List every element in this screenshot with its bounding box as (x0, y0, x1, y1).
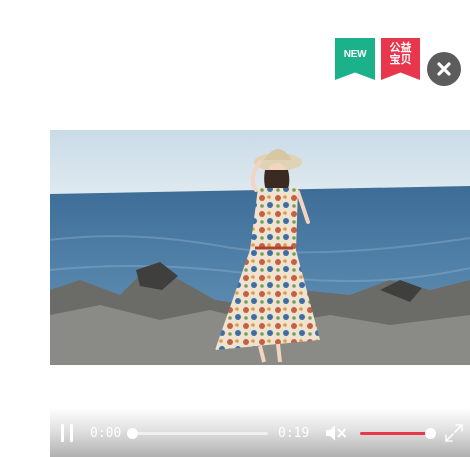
close-icon (437, 62, 451, 76)
volume-slider[interactable] (360, 428, 436, 439)
fullscreen-button[interactable] (444, 423, 464, 443)
seek-bar[interactable] (127, 428, 268, 439)
volume-level (360, 432, 430, 435)
seek-handle[interactable] (127, 428, 138, 439)
pause-button[interactable] (59, 424, 75, 442)
mute-button[interactable] (325, 424, 347, 442)
new-badge: NEW (335, 38, 375, 80)
video-frame (50, 130, 470, 365)
charity-badge-label: 公益 宝贝 (389, 42, 412, 66)
charity-badge: 公益 宝贝 (381, 38, 420, 80)
video-controls: 0:00 0:19 (50, 408, 470, 457)
fullscreen-icon (445, 424, 463, 442)
new-badge-label: NEW (343, 49, 367, 60)
current-time: 0:00 (90, 426, 122, 441)
duration: 0:19 (278, 426, 310, 441)
volume-muted-icon (326, 425, 346, 441)
close-button[interactable] (427, 52, 461, 86)
volume-handle[interactable] (425, 428, 436, 439)
